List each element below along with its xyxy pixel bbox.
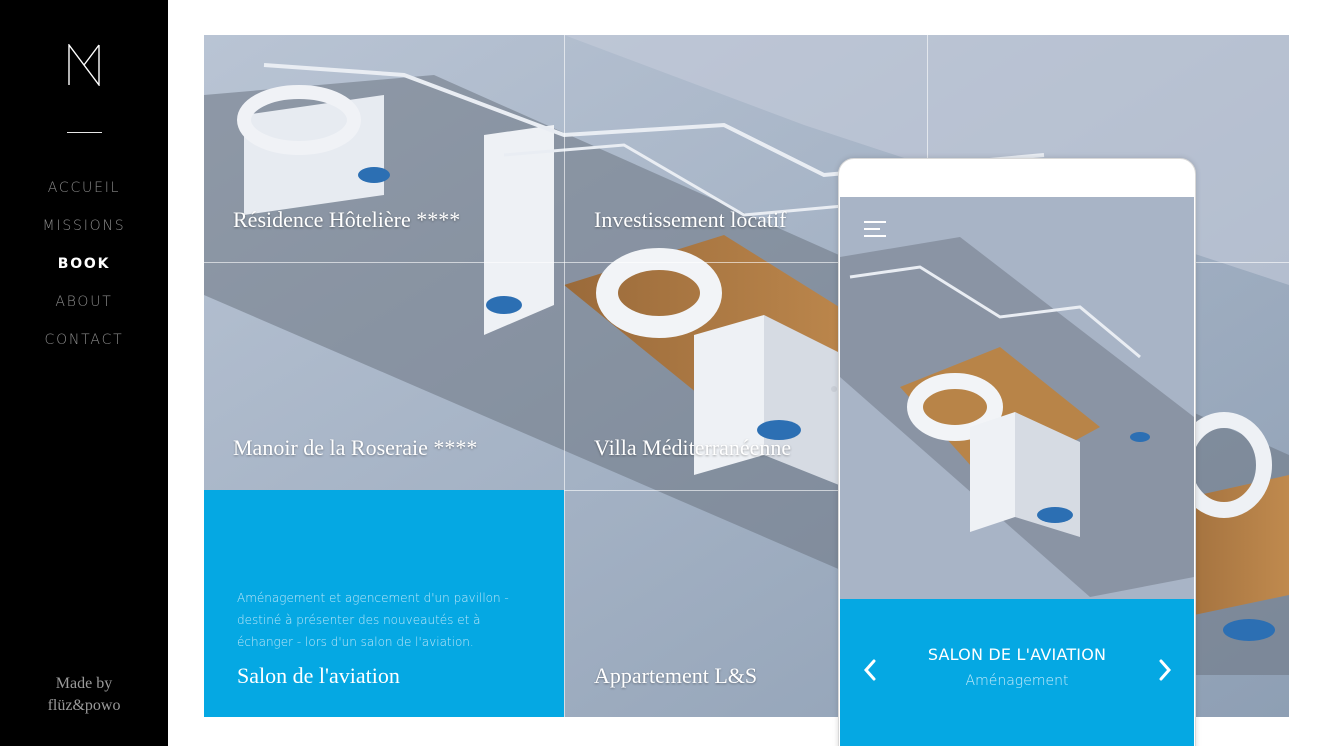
tile-manoir-de-la-roseraie[interactable]: Manoir de la Roseraie **** <box>233 435 477 461</box>
mobile-project-title: SALON DE L'AVIATION <box>927 645 1107 664</box>
sidebar: ACCUEIL MISSIONS BOOK ABOUT CONTACT Made… <box>0 0 168 746</box>
tile-title: Salon de l'aviation <box>237 663 400 688</box>
pavilion-render-image-mobile <box>840 197 1194 599</box>
nav-item-book[interactable]: BOOK <box>0 252 168 290</box>
tile-residence-hoteliere[interactable]: Résidence Hôtelière **** <box>233 207 460 233</box>
tile-villa-mediterraneenne[interactable]: Villa Méditerranéenne <box>594 435 791 461</box>
tile-appartement-ls[interactable]: Appartement L&S <box>594 663 757 689</box>
mobile-project-subtitle: Aménagement <box>965 673 1069 689</box>
mobile-preview: SALON DE L'AVIATION Aménagement <box>838 158 1196 746</box>
nav-item-contact[interactable]: CONTACT <box>0 328 168 366</box>
credits-line-1: Made by <box>55 675 113 692</box>
hamburger-menu-icon[interactable] <box>864 221 886 239</box>
mobile-project-panel: SALON DE L'AVIATION Aménagement <box>840 599 1194 746</box>
nav-item-accueil[interactable]: ACCUEIL <box>0 176 168 214</box>
logo-divider <box>67 132 102 133</box>
tile-description: Aménagement et agencement d'un pavillon … <box>237 591 509 649</box>
nav-item-about[interactable]: ABOUT <box>0 290 168 328</box>
credits[interactable]: Made by flüz&powo <box>0 673 168 717</box>
credits-line-2: flüz&powo <box>47 697 121 714</box>
main-nav: ACCUEIL MISSIONS BOOK ABOUT CONTACT <box>0 176 168 366</box>
monogram-n-icon[interactable] <box>66 44 102 86</box>
chevron-right-icon[interactable] <box>1155 657 1175 683</box>
tile-salon-de-laviation[interactable]: Aménagement et agencement d'un pavillon … <box>204 490 564 717</box>
nav-item-missions[interactable]: MISSIONS <box>0 214 168 252</box>
grid-divider <box>564 35 565 717</box>
tile-investissement-locatif[interactable]: Investissement locatif <box>594 207 786 233</box>
mobile-screen-image <box>840 197 1194 599</box>
